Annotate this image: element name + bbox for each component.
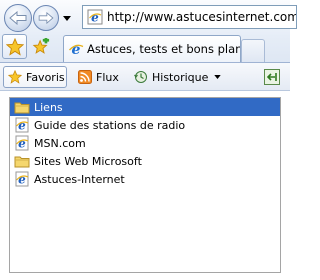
list-item-label: Liens [34,100,63,114]
back-button[interactable] [4,4,32,32]
list-item-label: Guide des stations de radio [34,118,186,132]
tab-active[interactable]: e Astuces, tests et bons plan... [63,35,241,62]
tab-label: Astuces, tests et bons plan... [87,42,240,56]
list-item[interactable]: e Astuces-Internet [10,170,280,188]
pin-panel-icon [267,73,277,81]
recent-pages-dropdown[interactable] [61,12,73,24]
svg-text:e: e [18,137,26,151]
rss-feed-icon [78,70,92,84]
list-item[interactable]: e MSN.com [10,134,280,152]
folder-icon [14,156,30,168]
svg-text:e: e [72,42,81,57]
favorites-star-icon [5,37,24,56]
ie-page-icon: e [15,117,29,133]
ie-page-icon: e [15,135,29,151]
favorites-list: Liens e Guide des stations de radio e MS… [9,97,281,273]
list-item-label: Astuces-Internet [34,172,125,186]
list-item[interactable]: Sites Web Microsoft [10,152,280,170]
favoris-label: Favoris [26,70,65,84]
add-favorite-button[interactable] [30,37,52,57]
url-text[interactable]: http://www.astucesinternet.com/ [107,10,296,24]
back-arrow-icon [9,11,27,25]
ie-page-icon: e [15,171,29,187]
favorites-center-button[interactable] [2,34,27,59]
svg-text:e: e [18,119,26,133]
history-icon [134,71,147,83]
ie-page-icon: e [87,9,103,25]
navigation-bar: e http://www.astucesinternet.com/ e Astu… [0,0,297,66]
favorites-panel-toolbar: Favoris Flux Historique [0,63,290,91]
chevron-down-icon [63,15,71,21]
historique-button[interactable]: Historique [130,66,225,88]
flux-button[interactable]: Flux [74,66,123,88]
chevron-down-icon[interactable] [214,75,222,79]
pin-panel-button[interactable] [264,69,280,85]
list-item-label: Sites Web Microsoft [34,154,142,168]
flux-label: Flux [96,70,119,84]
forward-button[interactable] [33,5,59,31]
favoris-button[interactable]: Favoris [3,66,67,88]
historique-label: Historique [152,70,209,84]
list-item[interactable]: e Guide des stations de radio [10,116,280,134]
add-favorite-star-icon [32,38,50,54]
list-item-label: MSN.com [34,136,86,150]
svg-text:e: e [91,11,99,25]
favorites-panel: Favoris Flux Historique Liens e Guide de… [0,62,290,280]
forward-arrow-icon [38,12,54,24]
ie-page-icon: e [68,42,84,57]
address-bar[interactable]: e http://www.astucesinternet.com/ [82,5,297,29]
list-item[interactable]: Liens [10,98,280,116]
new-tab-button[interactable] [241,39,265,62]
folder-icon [14,102,30,114]
favorites-star-icon [8,70,22,84]
svg-text:e: e [18,173,26,187]
